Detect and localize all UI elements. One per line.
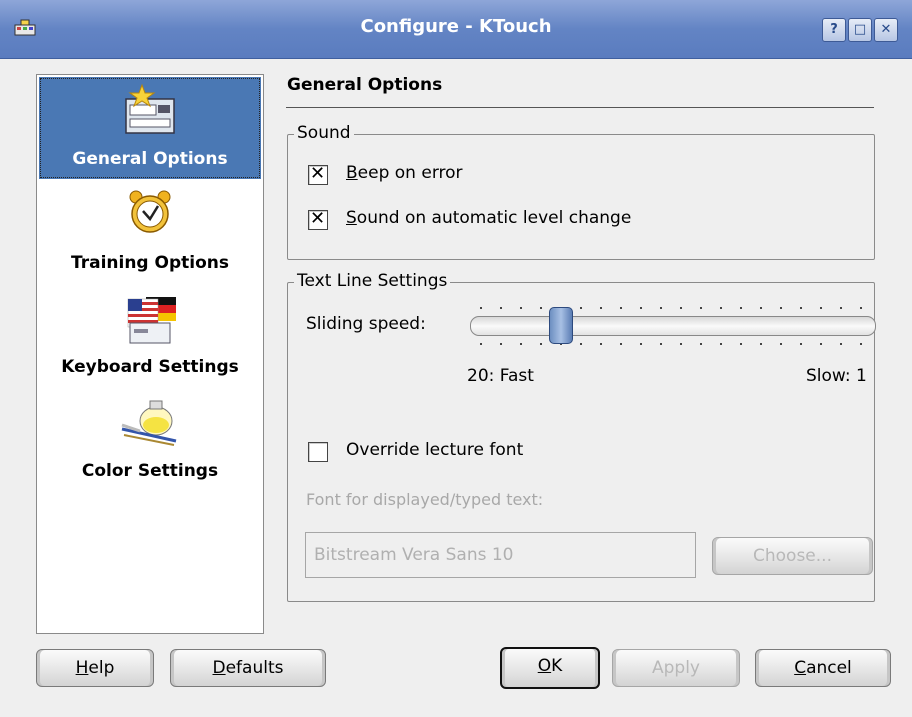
slider-tick	[840, 307, 842, 309]
label-rest: ound on automatic level change	[356, 208, 632, 228]
slider-tick	[540, 343, 542, 345]
cancel-button[interactable]: Cancel	[755, 649, 891, 687]
slider-tick	[480, 343, 482, 345]
paint-palette-icon	[121, 400, 177, 446]
slider-tick	[620, 307, 622, 309]
font-display-field: Bitstream Vera Sans 10	[305, 532, 696, 578]
sound-group: Sound	[287, 123, 875, 260]
general-options-icon	[125, 83, 175, 134]
label-rest: elp	[88, 658, 115, 678]
help-button[interactable]: Help	[36, 649, 154, 687]
sliding-speed-label: Sliding speed:	[306, 314, 426, 334]
accelerator-char: H	[75, 658, 89, 678]
slider-tick	[500, 307, 502, 309]
slider-tick	[620, 343, 622, 345]
slider-tick	[520, 307, 522, 309]
slider-tick	[580, 343, 582, 345]
accelerator-char: S	[346, 208, 357, 228]
slider-tick	[720, 343, 722, 345]
page-title: General Options	[287, 75, 443, 95]
slider-tick	[740, 307, 742, 309]
maximize-button[interactable]: □	[848, 18, 872, 42]
slider-tick	[800, 343, 802, 345]
sidebar-item-label: Color Settings	[81, 461, 219, 481]
sidebar-item-label: Keyboard Settings	[61, 357, 239, 377]
slider-tick	[500, 343, 502, 345]
sidebar-item-color-settings[interactable]: Color Settings	[39, 389, 261, 485]
flags-keyboard-icon	[127, 297, 176, 344]
sidebar-item-label: General Options	[72, 149, 228, 169]
slider-tick	[600, 307, 602, 309]
slider-tick	[700, 307, 702, 309]
label-rest: efaults	[225, 658, 284, 678]
sound-group-legend: Sound	[294, 123, 354, 143]
slider-tick	[580, 307, 582, 309]
label-rest: ancel	[806, 658, 852, 678]
beep-on-error-checkbox[interactable]	[308, 163, 328, 185]
accelerator-char: D	[212, 658, 226, 678]
slider-tick	[520, 343, 522, 345]
slider-tick	[760, 307, 762, 309]
category-sidebar: General Options Training Options Keyboar…	[36, 74, 264, 634]
slider-tick	[780, 307, 782, 309]
slider-tick	[780, 343, 782, 345]
slider-tick	[600, 343, 602, 345]
sound-level-change-label[interactable]: Sound on automatic level change	[346, 208, 631, 228]
sound-level-change-checkbox[interactable]	[308, 208, 328, 230]
title-bar[interactable]: Configure - KTouch ? □ ✕	[0, 0, 912, 59]
ok-button[interactable]: OK	[500, 647, 600, 689]
label-rest: eep on error	[357, 163, 463, 183]
fast-label: 20: Fast	[467, 366, 534, 386]
override-lecture-font-checkbox[interactable]	[308, 442, 328, 462]
slider-tick	[680, 343, 682, 345]
slider-tick	[800, 307, 802, 309]
slider-tick	[820, 343, 822, 345]
accelerator-char: O	[537, 656, 552, 676]
defaults-button[interactable]: Defaults	[170, 649, 326, 687]
help-titlebar-button[interactable]: ?	[822, 18, 846, 42]
text-line-group-legend: Text Line Settings	[294, 271, 451, 291]
slider-tick	[820, 307, 822, 309]
slider-tick	[680, 307, 682, 309]
label-rest: K	[551, 656, 563, 676]
slider-tick	[860, 307, 862, 309]
slider-tick	[700, 343, 702, 345]
font-label: Font for displayed/typed text:	[306, 490, 544, 509]
choose-font-button: Choose...	[712, 537, 873, 575]
sliding-speed-slider-handle[interactable]	[548, 307, 573, 344]
slider-tick	[480, 307, 482, 309]
slow-label: Slow: 1	[806, 366, 867, 386]
accelerator-char: C	[794, 658, 807, 678]
slider-tick	[640, 307, 642, 309]
sliding-speed-slider-track[interactable]	[470, 316, 876, 336]
close-button[interactable]: ✕	[874, 18, 898, 42]
sidebar-item-keyboard-settings[interactable]: Keyboard Settings	[39, 287, 261, 383]
slider-tick	[720, 307, 722, 309]
sidebar-item-label: Training Options	[70, 253, 229, 273]
slider-tick	[660, 307, 662, 309]
accelerator-char: B	[346, 163, 358, 183]
slider-tick	[640, 343, 642, 345]
override-lecture-font-label[interactable]: Override lecture font	[346, 440, 523, 460]
slider-tick	[660, 343, 662, 345]
slider-tick	[860, 343, 862, 345]
slider-tick	[760, 343, 762, 345]
sidebar-item-general-options[interactable]: General Options	[39, 77, 261, 179]
sidebar-item-training-options[interactable]: Training Options	[39, 185, 261, 281]
slider-tick	[840, 343, 842, 345]
apply-button: Apply	[612, 649, 740, 687]
title-divider	[286, 107, 874, 108]
slider-tick	[540, 307, 542, 309]
window-title: Configure - KTouch	[360, 16, 552, 37]
beep-on-error-label[interactable]: Beep on error	[346, 163, 463, 183]
alarm-clock-icon	[129, 190, 171, 233]
slider-tick	[740, 343, 742, 345]
